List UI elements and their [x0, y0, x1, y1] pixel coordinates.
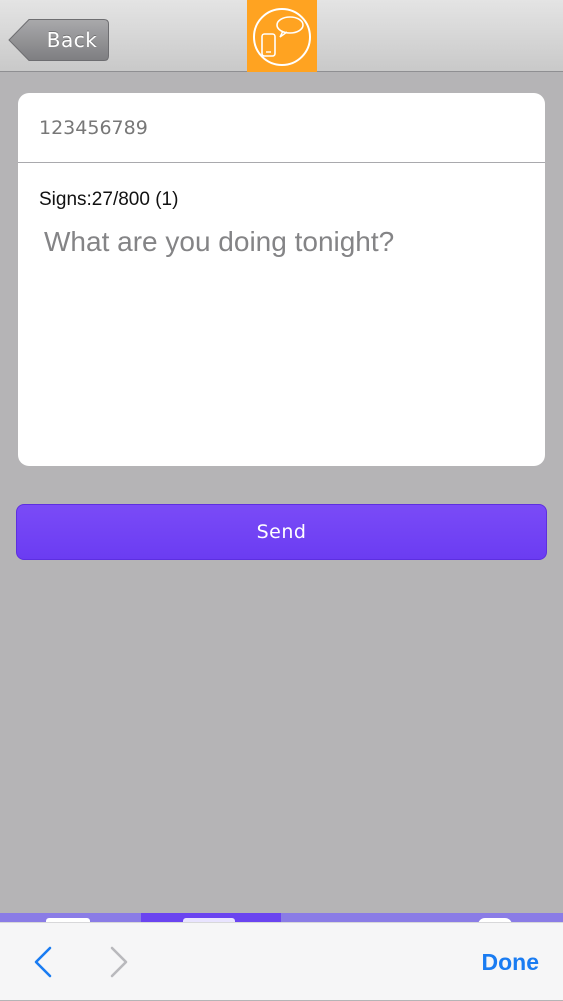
- back-button[interactable]: Back: [8, 18, 110, 62]
- top-navigation-bar: Back: [0, 0, 563, 72]
- done-button[interactable]: Done: [482, 923, 540, 1001]
- chevron-left-icon[interactable]: [28, 945, 58, 979]
- app-logo: [247, 0, 317, 72]
- phone-number-input[interactable]: 123456789: [18, 93, 545, 163]
- message-textarea[interactable]: What are you doing tonight?: [44, 226, 524, 258]
- signs-counter: Signs:27/800 (1): [39, 189, 179, 210]
- back-button-label: Back: [46, 28, 98, 52]
- message-card: 123456789 Signs:27/800 (1) What are you …: [18, 93, 545, 466]
- browser-toolbar: Done: [0, 922, 563, 1000]
- phone-speech-bubble-icon: [253, 8, 311, 66]
- send-button[interactable]: Send: [16, 504, 547, 560]
- chevron-right-icon[interactable]: [104, 945, 134, 979]
